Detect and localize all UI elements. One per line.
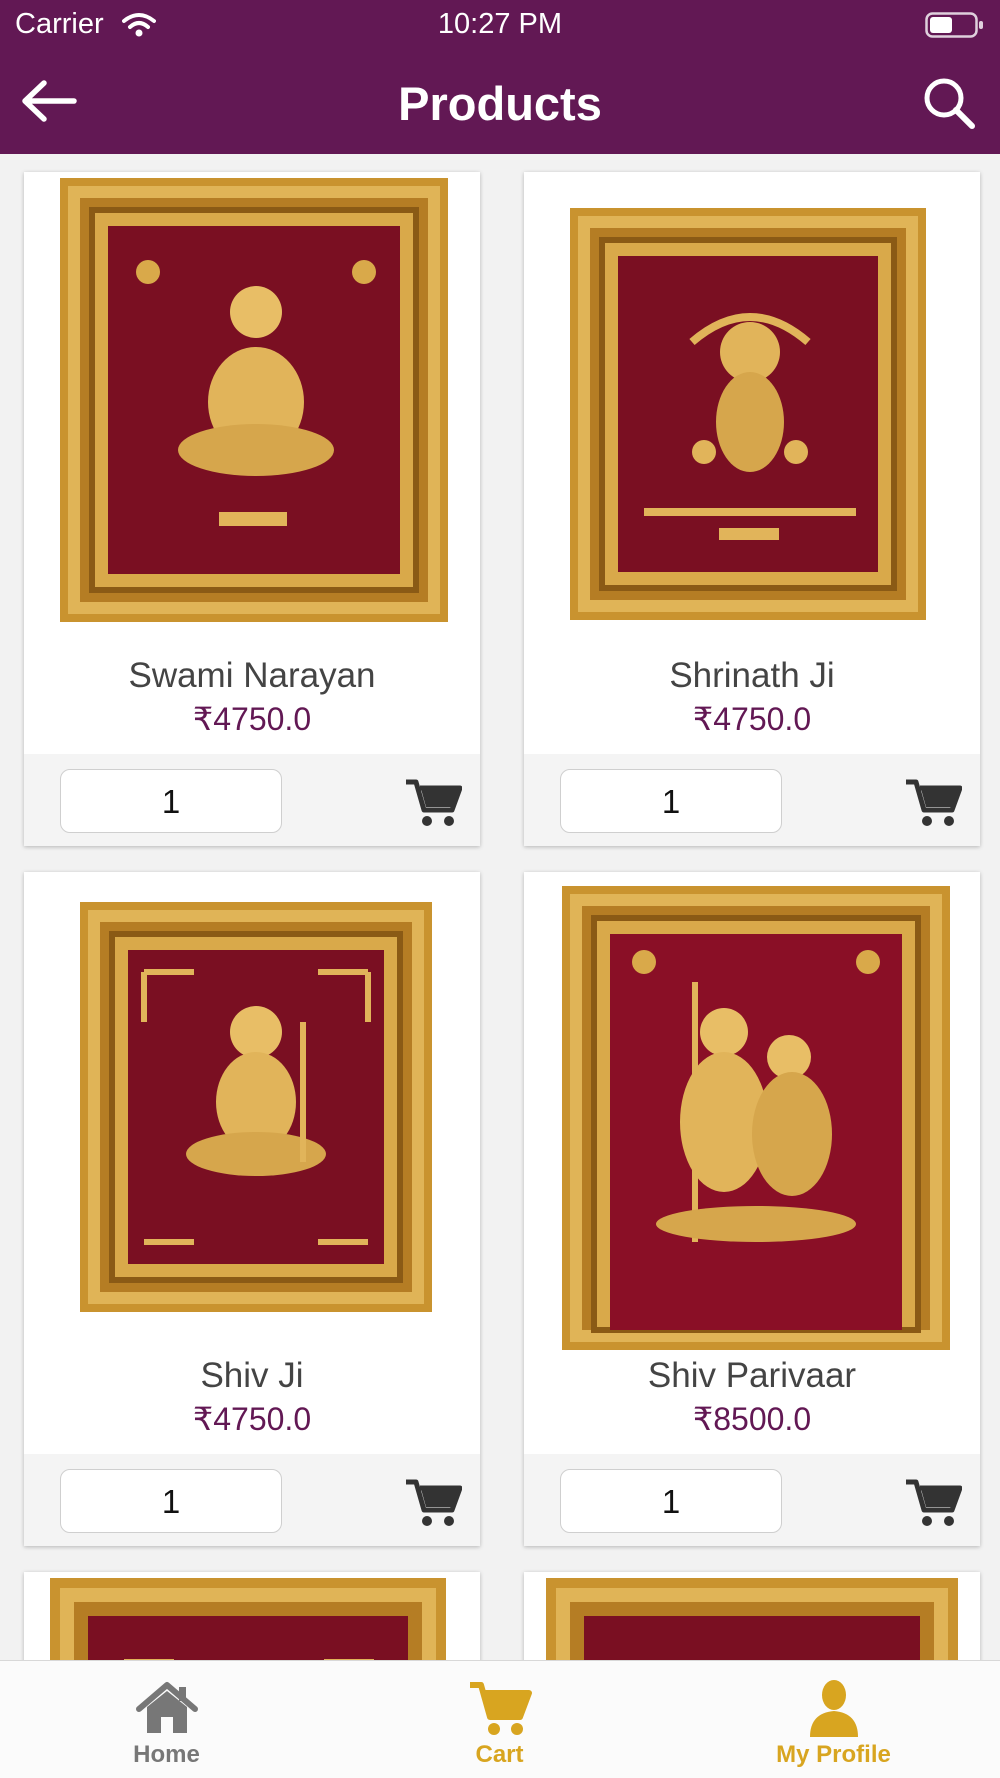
product-name: Shiv Parivaar: [647, 1356, 857, 1395]
framed-idol-image: [60, 178, 448, 622]
product-actions: 1: [24, 754, 480, 846]
product-image[interactable]: [24, 872, 480, 1352]
framed-idol-image: [570, 208, 926, 620]
quantity-input[interactable]: 1: [60, 769, 282, 833]
nav-header: Products: [0, 50, 1000, 154]
products-screen: Carrier 10:27 PM Products Swami Narayan …: [0, 0, 1000, 1778]
product-price: ₹8500.0: [692, 1401, 812, 1437]
product-card[interactable]: Shrinath Ji ₹4750.0 1: [524, 172, 980, 846]
tab-label: My Profile: [776, 1741, 891, 1768]
product-image[interactable]: [524, 172, 980, 652]
clock: 10:27 PM: [437, 8, 563, 40]
product-name: Swami Narayan: [128, 656, 376, 695]
add-to-cart-icon[interactable]: [904, 776, 962, 828]
product-name: Shiv Ji: [200, 1356, 304, 1395]
tab-label: Cart: [475, 1741, 524, 1768]
product-image[interactable]: [24, 172, 480, 652]
product-actions: 1: [24, 1454, 480, 1546]
status-bar: Carrier 10:27 PM: [0, 0, 1000, 50]
product-card[interactable]: Swami Narayan ₹4750.0 1: [24, 172, 480, 846]
tab-my-profile[interactable]: My Profile: [667, 1661, 1000, 1778]
quantity-input[interactable]: 1: [560, 769, 782, 833]
add-to-cart-icon[interactable]: [404, 776, 462, 828]
tab-label: Home: [133, 1741, 200, 1768]
product-actions: 1: [524, 1454, 980, 1546]
product-price: ₹4750.0: [192, 701, 312, 737]
tab-home[interactable]: Home: [0, 1661, 333, 1778]
product-card[interactable]: Shiv Ji ₹4750.0 1: [24, 872, 480, 1546]
cart-icon: [470, 1682, 532, 1735]
product-price: ₹4750.0: [192, 1401, 312, 1437]
battery-icon: [925, 12, 983, 38]
quantity-input[interactable]: 1: [560, 1469, 782, 1533]
quantity-input[interactable]: 1: [60, 1469, 282, 1533]
tab-cart[interactable]: Cart: [333, 1661, 666, 1778]
top-bar: Carrier 10:27 PM Products: [0, 0, 1000, 154]
framed-idol-image: [562, 886, 950, 1350]
framed-idol-image: [80, 902, 432, 1312]
product-image[interactable]: [524, 872, 980, 1352]
product-card[interactable]: Shiv Parivaar ₹8500.0 1: [524, 872, 980, 1546]
search-icon[interactable]: [922, 76, 976, 130]
bottom-tab-bar: Home Cart My Profile: [0, 1660, 1000, 1778]
home-icon: [136, 1682, 198, 1733]
product-name: Shrinath Ji: [669, 656, 835, 695]
product-price: ₹4750.0: [692, 701, 812, 737]
product-actions: 1: [524, 754, 980, 846]
page-title: Products: [398, 77, 602, 130]
add-to-cart-icon[interactable]: [904, 1476, 962, 1528]
add-to-cart-icon[interactable]: [404, 1476, 462, 1528]
profile-icon: [810, 1680, 858, 1737]
